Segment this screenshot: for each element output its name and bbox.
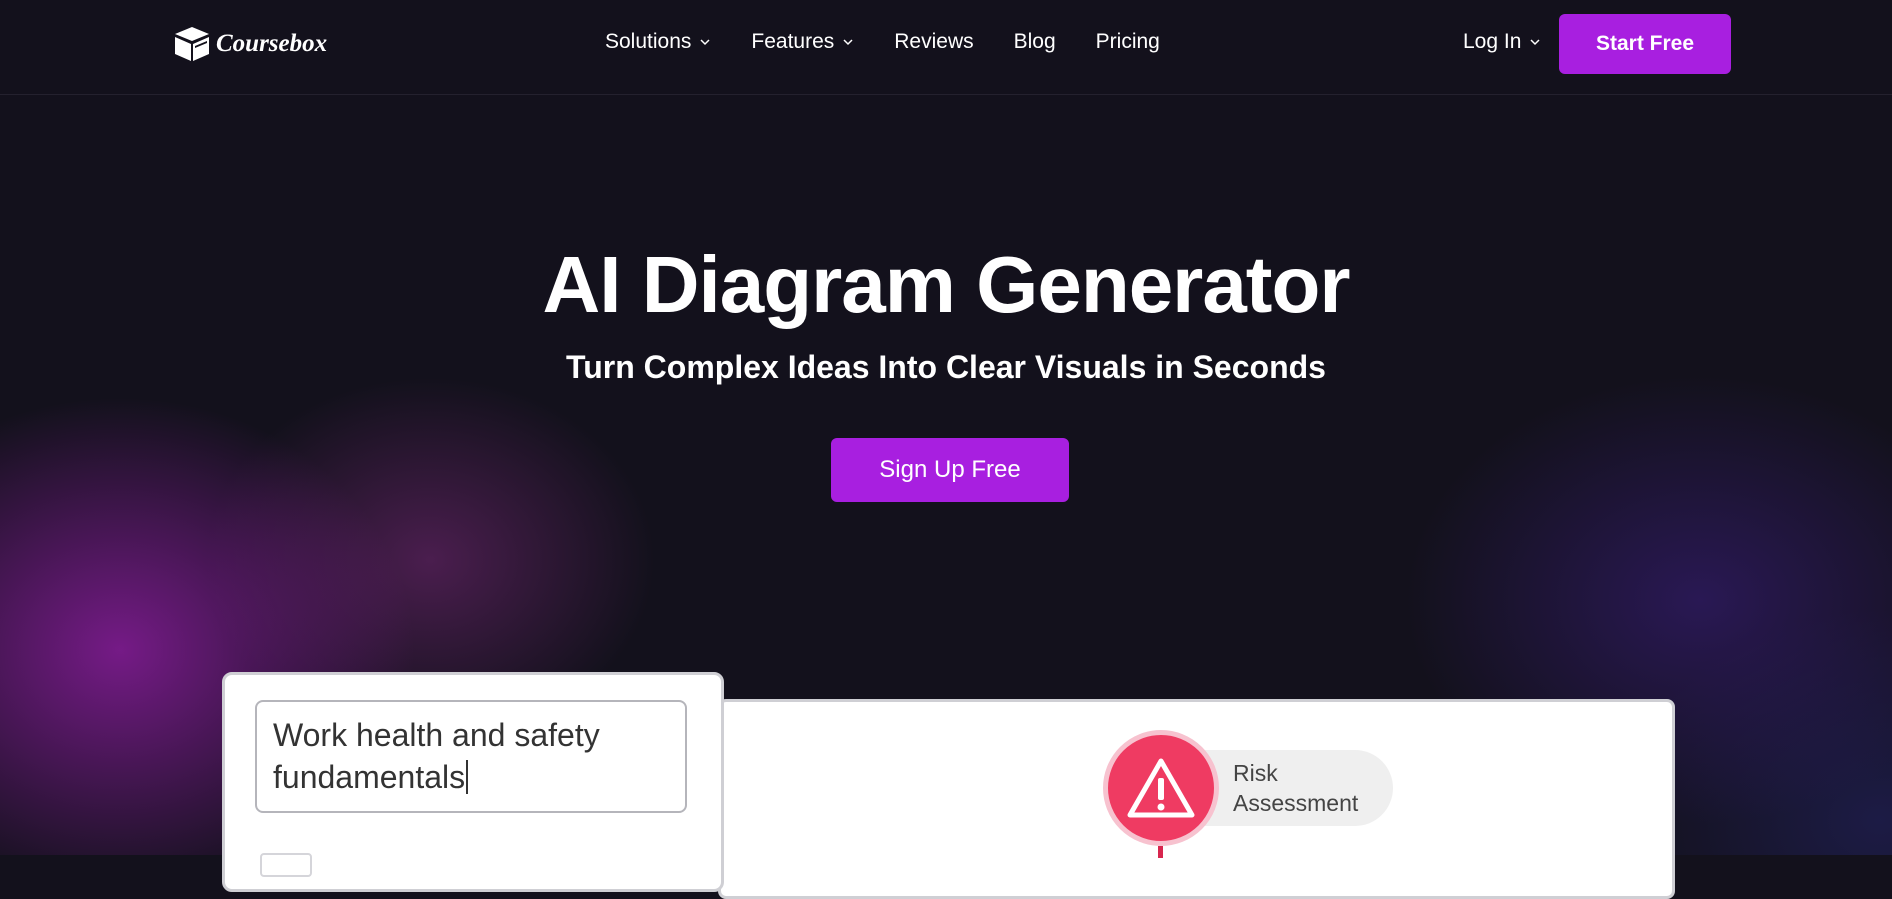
panel-option[interactable] bbox=[260, 853, 312, 877]
nav-solutions-label: Solutions bbox=[605, 30, 692, 53]
nav-reviews-label: Reviews bbox=[894, 30, 974, 53]
coursebox-logo[interactable]: Coursebox bbox=[172, 24, 327, 64]
chevron-down-icon bbox=[843, 39, 853, 46]
node-connector bbox=[1158, 846, 1163, 858]
diagram-node-risk-assessment[interactable]: Risk Assessment bbox=[1103, 730, 1393, 846]
warning-triangle-icon bbox=[1127, 758, 1195, 818]
top-navbar: Coursebox Solutions Features Reviews Blo… bbox=[0, 0, 1892, 95]
nav-features-label: Features bbox=[751, 30, 835, 53]
sign-up-free-button[interactable]: Sign Up Free bbox=[831, 438, 1069, 502]
start-free-button[interactable]: Start Free bbox=[1559, 14, 1731, 74]
nav-blog[interactable]: Blog bbox=[1014, 30, 1056, 54]
box-logo-icon bbox=[175, 27, 209, 61]
topic-input[interactable]: Work health and safety fundamentals bbox=[255, 700, 687, 813]
nav-pricing-label: Pricing bbox=[1095, 30, 1160, 53]
risk-node-label: Risk Assessment bbox=[1205, 750, 1393, 826]
text-caret bbox=[466, 760, 469, 794]
nav-features[interactable]: Features bbox=[751, 30, 854, 54]
topic-input-value: Work health and safety fundamentals bbox=[273, 717, 600, 795]
chevron-down-icon bbox=[700, 39, 710, 46]
login-menu[interactable]: Log In bbox=[1463, 30, 1541, 54]
nav-solutions[interactable]: Solutions bbox=[605, 30, 711, 54]
prompt-panel: Work health and safety fundamentals bbox=[222, 672, 724, 892]
logo-text: Coursebox bbox=[216, 30, 328, 57]
hero-title: AI Diagram Generator bbox=[542, 240, 1351, 329]
nav-reviews[interactable]: Reviews bbox=[894, 30, 973, 54]
chevron-down-icon bbox=[1530, 39, 1540, 46]
main-nav: Solutions Features Reviews Blog Pricing bbox=[605, 30, 1160, 54]
hero-subtitle: Turn Complex Ideas Into Clear Visuals in… bbox=[566, 349, 1326, 385]
nav-pricing[interactable]: Pricing bbox=[1096, 30, 1160, 54]
nav-blog-label: Blog bbox=[1013, 30, 1056, 53]
login-label: Log In bbox=[1463, 30, 1522, 53]
risk-node-circle bbox=[1103, 730, 1219, 846]
